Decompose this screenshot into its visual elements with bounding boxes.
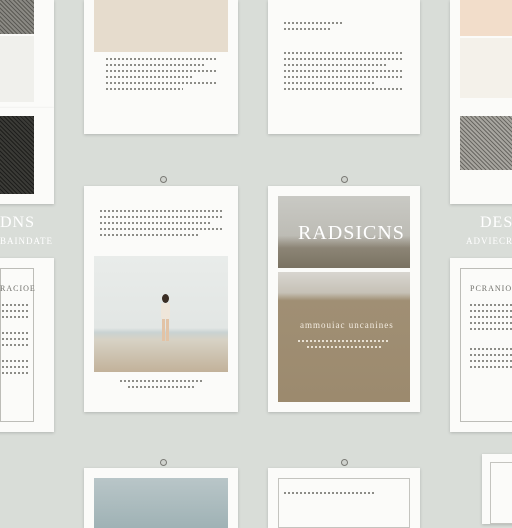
template-card-bottom-1[interactable]: [84, 468, 238, 528]
template-card-bottom-2[interactable]: [268, 468, 420, 528]
body-text: [284, 20, 404, 92]
sand-caption: ammouiac uncanines: [300, 320, 394, 330]
speckle-swatch: [0, 0, 34, 34]
person-figure: [160, 294, 170, 344]
template-card-sand[interactable]: RADSICNS ammouiac uncanines: [268, 186, 420, 412]
body-text: [284, 490, 374, 496]
template-card-beach[interactable]: [84, 186, 238, 412]
peach-swatch: [460, 0, 512, 36]
sand-body-text: [298, 338, 390, 350]
template-card-bottom-3[interactable]: [482, 454, 512, 524]
radsicns-title: RADSICNS: [298, 222, 405, 244]
card-heading: RACIOE: [0, 284, 36, 293]
pin-icon: [341, 176, 348, 183]
body-text: [106, 56, 216, 92]
right-side-subheading: ADVIECR: [466, 236, 512, 246]
beige-header: [94, 0, 228, 52]
cream-swatch: [0, 36, 34, 102]
template-card-left-top[interactable]: [0, 0, 54, 108]
template-card-left-low[interactable]: RACIOE: [0, 258, 54, 432]
cream-swatch: [460, 38, 512, 98]
left-side-subheading: BAINDATE: [0, 236, 53, 246]
sea-photo: [94, 478, 228, 528]
sand-photo: [278, 272, 410, 402]
card-frame: [490, 462, 512, 524]
left-side-heading: DNS: [0, 214, 36, 231]
beach-photo: [94, 256, 228, 372]
body-text: [2, 302, 30, 376]
caption-text: [120, 378, 202, 390]
pin-icon: [160, 176, 167, 183]
right-side-heading: DES: [480, 214, 512, 231]
card-heading: PCRANIOE: [470, 284, 512, 293]
body-text: [470, 302, 512, 370]
dark-swatch: [0, 116, 34, 194]
pin-icon: [160, 459, 167, 466]
template-card-top-1[interactable]: [84, 0, 238, 134]
template-card-right-top[interactable]: [450, 0, 512, 204]
speckle-swatch: [460, 116, 512, 170]
template-card-left-mid[interactable]: [0, 108, 54, 204]
template-card-top-2[interactable]: [268, 0, 420, 134]
pin-icon: [341, 459, 348, 466]
body-text: [100, 208, 222, 238]
template-card-right-low[interactable]: PCRANIOE: [450, 258, 512, 432]
card-frame: [278, 478, 410, 528]
